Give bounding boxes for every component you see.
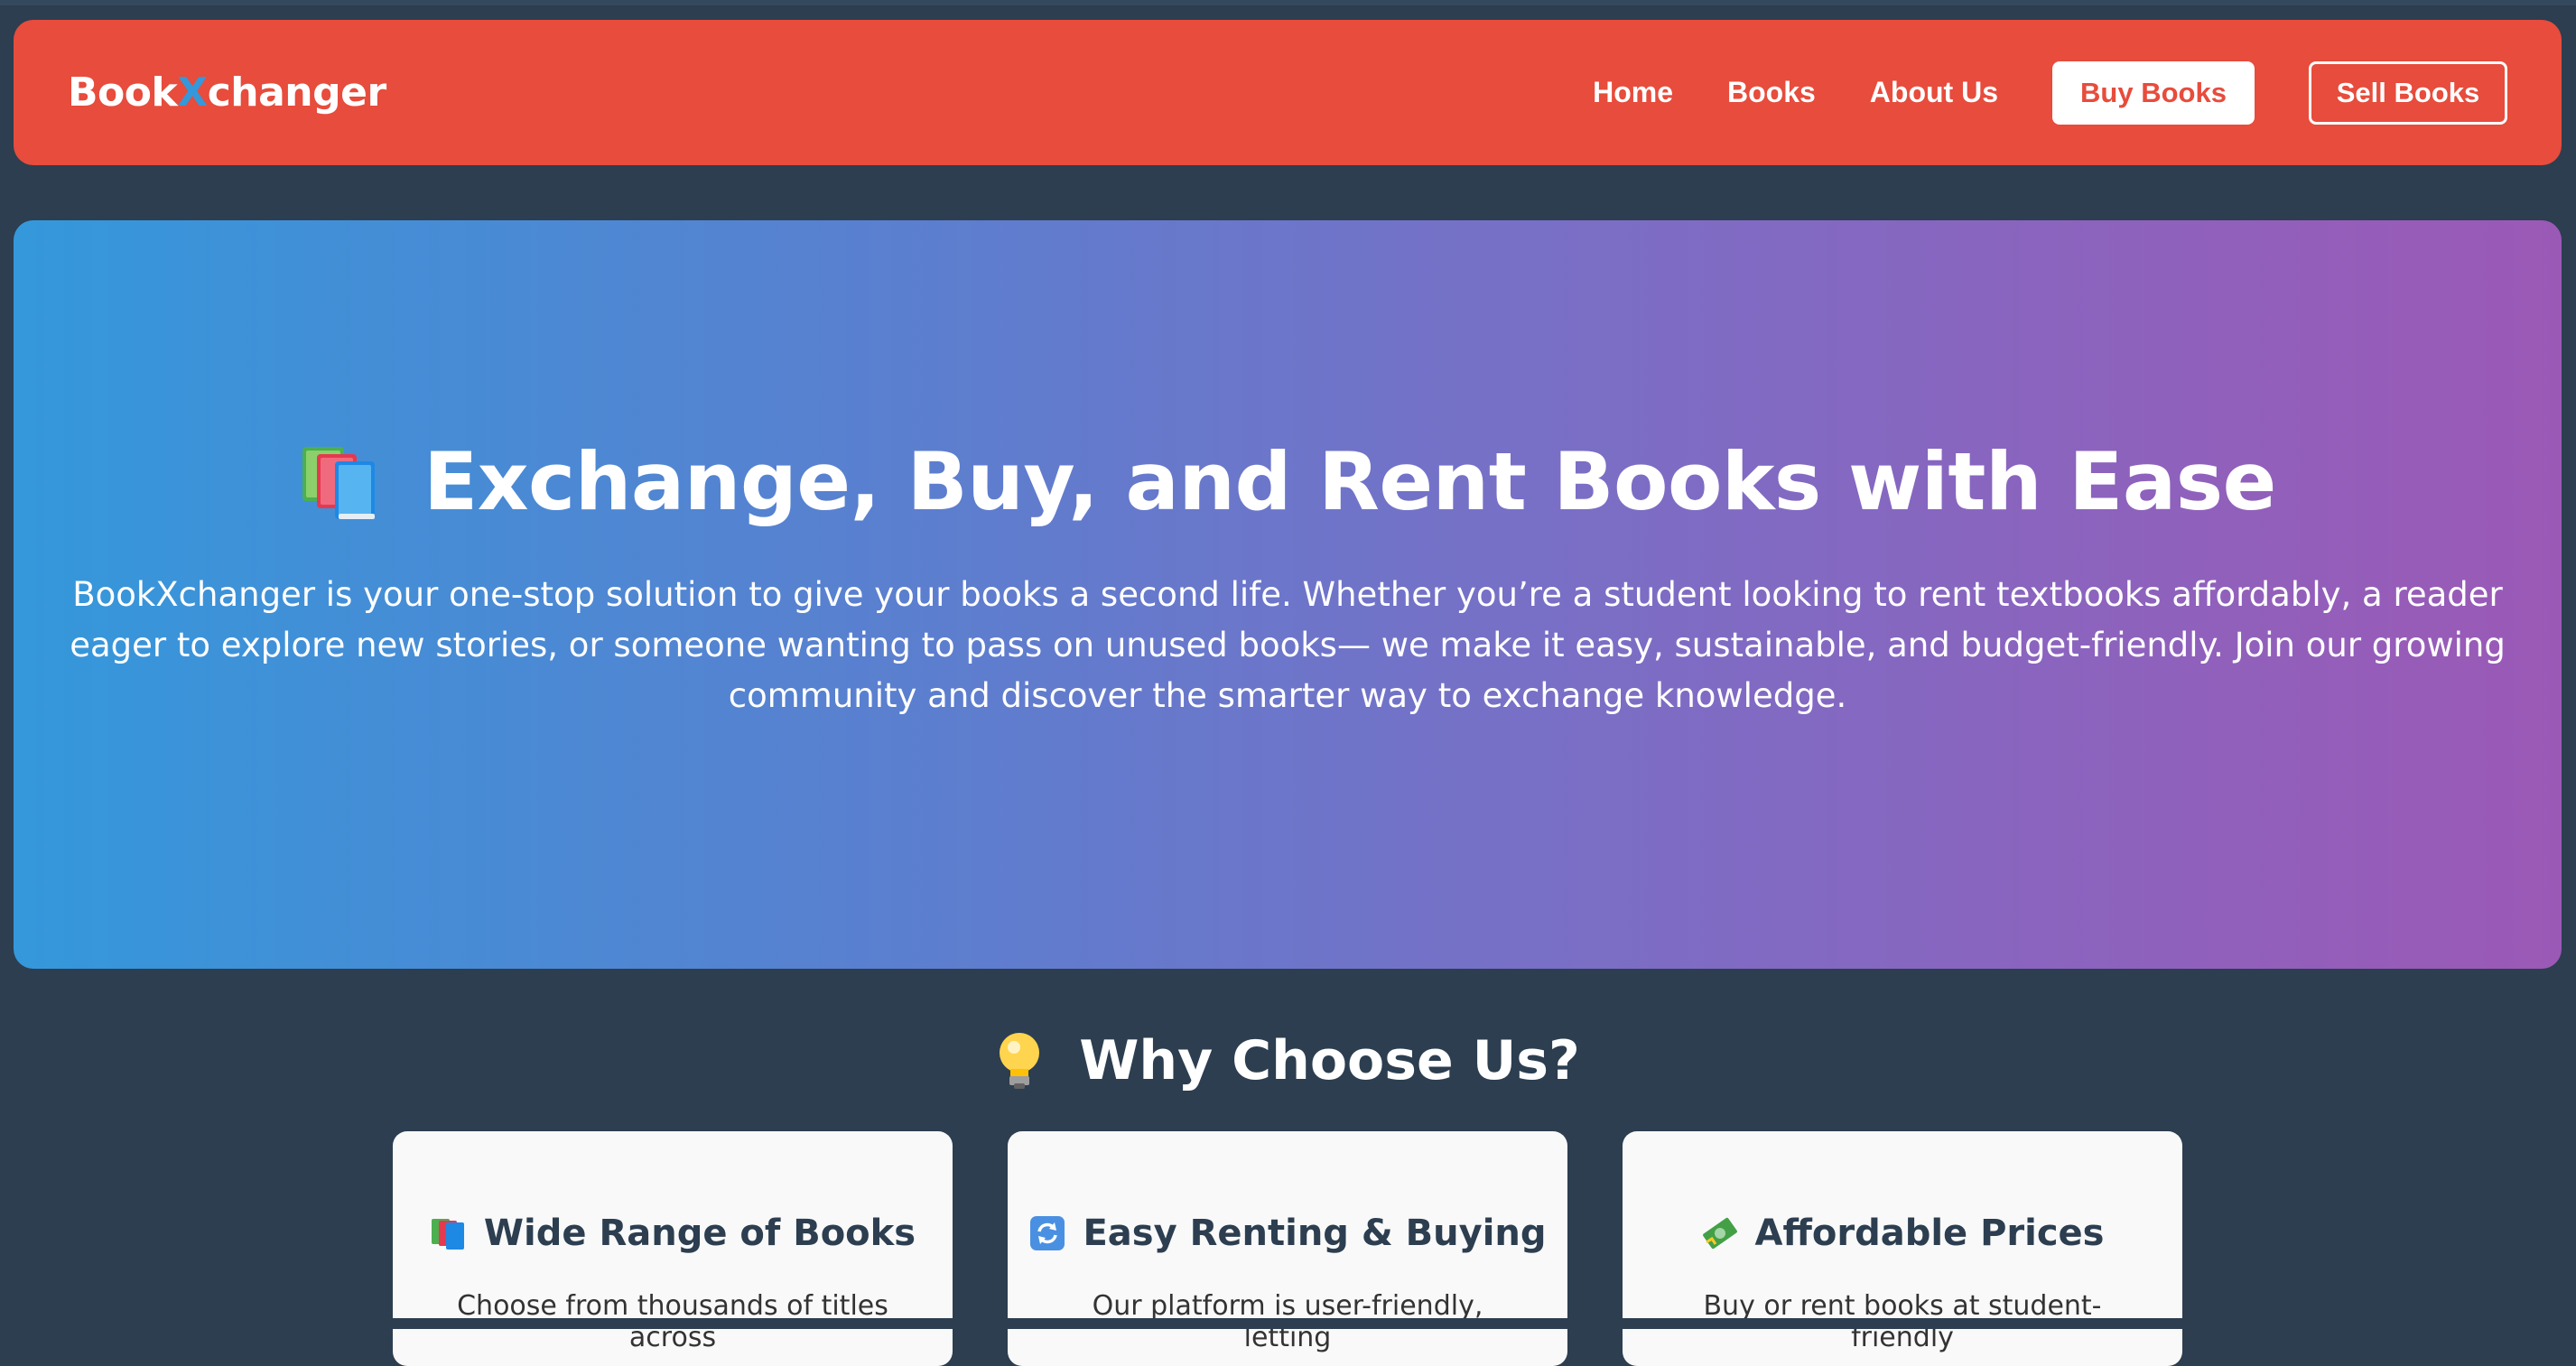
window-bottom-edge [0,1318,2576,1329]
card-title-text: Wide Range of Books [483,1213,916,1254]
nav-link-books[interactable]: Books [1727,76,1816,109]
feature-card-easy-renting: Easy Renting & Buying Our platform is us… [1008,1131,1567,1366]
why-title-text: Why Choose Us? [1079,1029,1580,1092]
hero-section: Exchange, Buy, and Rent Books with Ease … [14,220,2562,969]
brand-logo[interactable]: BookXchanger [68,70,386,116]
hero-title-text: Exchange, Buy, and Rent Books with Ease [423,435,2276,528]
buy-books-button[interactable]: Buy Books [2052,60,2255,125]
brand-text-book: Book [68,70,178,116]
navbar: BookXchanger Home Books About Us Buy Boo… [14,20,2562,165]
window-top-edge [0,0,2576,5]
refresh-icon [1028,1215,1066,1251]
books-icon [430,1215,468,1251]
hero-heading: Exchange, Buy, and Rent Books with Ease [299,435,2276,528]
lightbulb-icon [996,1031,1043,1091]
nav-link-home[interactable]: Home [1593,76,1673,109]
books-icon [299,441,389,523]
why-choose-us-heading: Why Choose Us? [0,1029,2576,1092]
sell-books-button[interactable]: Sell Books [2309,60,2507,125]
nav-link-about-us[interactable]: About Us [1870,76,1998,109]
hero-description: BookXchanger is your one-stop solution t… [70,575,2506,715]
card-title: Easy Renting & Buying [1008,1213,1567,1254]
card-title-text: Easy Renting & Buying [1083,1213,1547,1254]
feature-card-affordable-prices: Affordable Prices Buy or rent books at s… [1623,1131,2182,1366]
brand-text-x: X [177,70,208,116]
nav-menu: Home Books About Us Buy Books Sell Books [1593,60,2507,125]
money-icon [1701,1215,1739,1251]
card-title: Affordable Prices [1623,1213,2182,1254]
card-title-text: Affordable Prices [1754,1213,2105,1254]
brand-text-changer: changer [207,70,386,116]
card-title: Wide Range of Books [393,1213,953,1254]
feature-cards: Wide Range of Books Choose from thousand… [393,1131,2182,1366]
feature-card-wide-range: Wide Range of Books Choose from thousand… [393,1131,953,1366]
